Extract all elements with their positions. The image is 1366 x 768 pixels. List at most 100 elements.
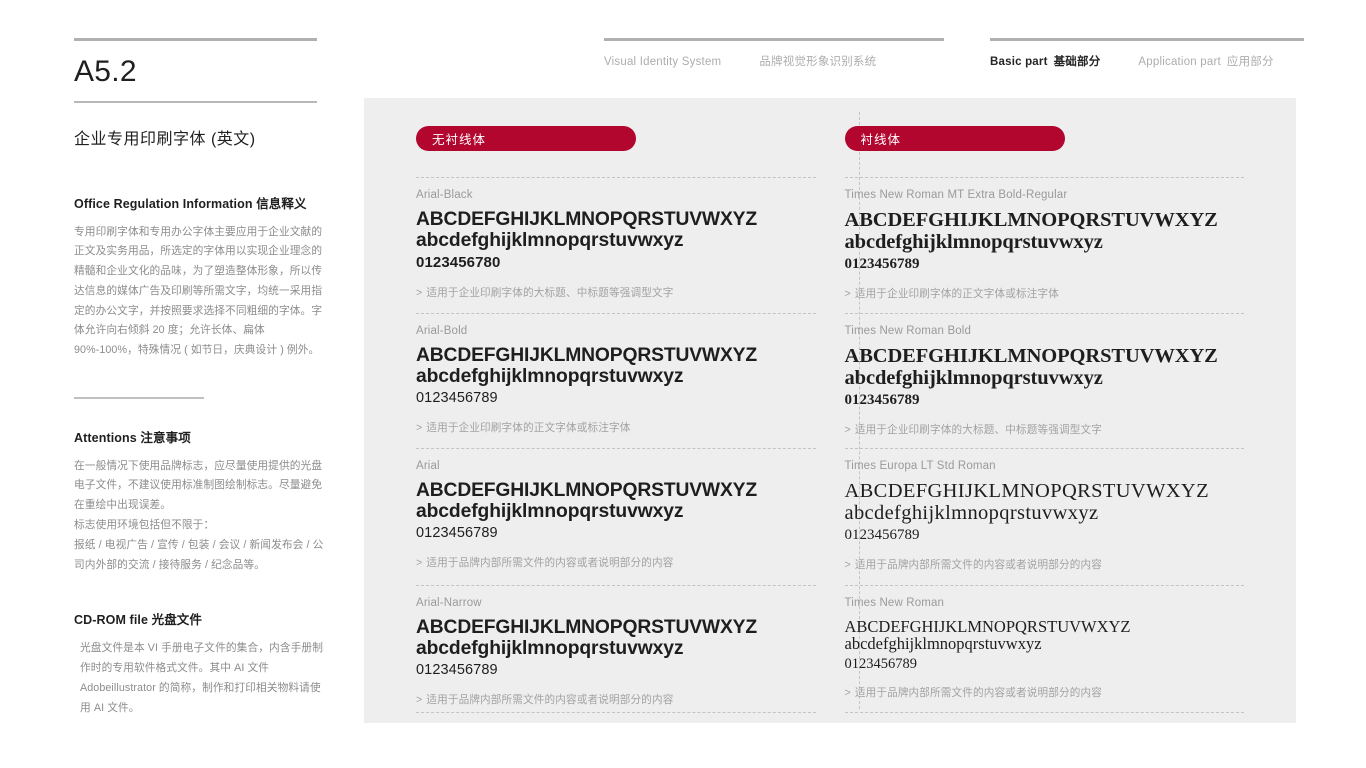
font-sample-lines: ABCDEFGHIJKLMNOPQRSTUVWXYZ abcdefghijklm…	[416, 209, 816, 275]
font-usage-note: > 适用于品牌内部所需文件的内容或者说明部分的内容	[416, 555, 816, 570]
nav-visual-identity-system-cn: 品牌视觉形象识别系统	[759, 56, 877, 68]
section-body-office-regulation: 专用印刷字体和专用办公字体主要应用于企业文献的正文及实务用品，所选定的字体用以实…	[74, 223, 324, 362]
nav-basic-part-cn[interactable]: 基础部分	[1054, 53, 1101, 69]
nav-visual-identity-system-en: Visual Identity System	[604, 56, 722, 68]
font-sample-lowercase: abcdefghijklmnopqrstuvwxyz	[844, 634, 1042, 654]
sidebar-section-office-regulation: Office Regulation Information 信息释义 专用印刷字…	[74, 193, 322, 362]
sidebar-rule-top	[74, 38, 317, 41]
section-paragraph: 报纸 / 电视广告 / 宣传 / 包装 / 会议 / 新闻发布会 / 公司内外部…	[74, 538, 324, 571]
font-usage-note: > 适用于品牌内部所需文件的内容或者说明部分的内容	[416, 692, 816, 707]
header-rule-right	[990, 38, 1304, 41]
caret-icon: >	[416, 421, 423, 434]
section-heading-office-regulation: Office Regulation Information 信息释义	[74, 193, 322, 212]
section-heading-cn: 注意事项	[140, 430, 191, 445]
page-title: 企业专用印刷字体 (英文)	[74, 130, 256, 148]
font-sample-uppercase: ABCDEFGHIJKLMNOPQRSTUVWXYZ	[416, 617, 758, 638]
header-rule-left	[604, 38, 944, 41]
nav-application-part-cn[interactable]: 应用部分	[1227, 53, 1274, 69]
font-sample-numerals: 0123456789	[844, 392, 920, 409]
caret-icon: >	[844, 687, 851, 700]
caret-icon: >	[844, 559, 851, 572]
section-heading-en: CD-ROM file	[74, 613, 149, 628]
font-specimen-times-new-roman-bold: Times New Roman Bold ABCDEFGHIJKLMNOPQRS…	[844, 313, 1245, 448]
section-heading-attentions: Attentions 注意事项	[74, 427, 322, 446]
font-usage-note: > 适用于企业印刷字体的正文字体或标注字体	[416, 420, 816, 435]
font-sample-lowercase: abcdefghijklmnopqrstuvwxyz	[416, 365, 684, 387]
font-sample-lowercase: abcdefghijklmnopqrstuvwxyz	[416, 500, 684, 522]
sidebar-section-divider	[74, 397, 204, 399]
section-heading-cn: 信息释义	[256, 196, 307, 211]
font-specimen-times-europa-lt-std-roman: Times Europa LT Std Roman ABCDEFGHIJKLMN…	[844, 448, 1245, 585]
font-sample-uppercase: ABCDEFGHIJKLMNOPQRSTUVWXYZ	[844, 345, 1218, 367]
section-heading-en: Office Regulation Information	[74, 196, 253, 211]
font-sample-lines: ABCDEFGHIJKLMNOPQRSTUVWXYZ abcdefghijklm…	[845, 618, 1245, 675]
font-name: Times New Roman Bold	[844, 325, 972, 337]
font-sample-lines: ABCDEFGHIJKLMNOPQRSTUVWXYZ abcdefghijklm…	[416, 480, 816, 545]
font-usage-note: > 适用于企业印刷字体的正文字体或标注字体	[845, 286, 1245, 301]
font-sample-lines: ABCDEFGHIJKLMNOPQRSTUVWXYZ abcdefghijklm…	[844, 345, 1245, 412]
caret-icon: >	[416, 693, 423, 706]
nav-application-part-en[interactable]: Application part	[1138, 56, 1220, 68]
font-sample-uppercase: ABCDEFGHIJKLMNOPQRSTUVWXYZ	[844, 617, 1131, 636]
font-usage-note-text: 适用于企业印刷字体的正文字体或标注字体	[426, 421, 631, 434]
sidebar-section-attentions: Attentions 注意事项 在一般情况下使用品牌标志，应尽量使用提供的光盘电…	[74, 397, 324, 576]
font-specimen-arial-black: Arial-Black ABCDEFGHIJKLMNOPQRSTUVWXYZ a…	[416, 177, 816, 313]
section-body-cdrom: 光盘文件是本 VI 手册电子文件的集合，内含手册制作时的专用软件格式文件。其中 …	[74, 639, 324, 718]
font-sample-lines: ABCDEFGHIJKLMNOPQRSTUVWXYZ abcdefghijklm…	[416, 617, 816, 682]
font-usage-note-text: 适用于企业印刷字体的正文字体或标注字体	[854, 288, 1059, 301]
sidebar: A5.2 企业专用印刷字体 (英文) Office Regulation Inf…	[74, 38, 324, 719]
font-specimen-arial: Arial ABCDEFGHIJKLMNOPQRSTUVWXYZ abcdefg…	[416, 448, 816, 585]
font-sample-uppercase: ABCDEFGHIJKLMNOPQRSTUVWXYZ	[416, 345, 758, 366]
category-badge-sans-serif: 无衬线体	[416, 126, 636, 151]
section-heading-cn: 光盘文件	[151, 613, 202, 628]
font-name: Arial-Black	[416, 189, 473, 201]
font-sample-lowercase: abcdefghijklmnopqrstuvwxyz	[416, 637, 684, 659]
section-heading-en: Attentions	[74, 430, 137, 445]
font-name: Arial	[416, 460, 440, 472]
font-sample-numerals: 0123456789	[844, 527, 920, 544]
font-usage-note-text: 适用于企业印刷字体的大标题、中标题等强调型文字	[426, 286, 674, 299]
header-nav-group-system: Visual Identity System 品牌视觉形象识别系统	[604, 38, 944, 69]
font-sample-numerals: 0123456789	[844, 256, 920, 273]
section-paragraph: 标志使用环境包括但不限于：	[74, 518, 215, 531]
section-paragraph: 专用印刷字体和专用办公字体主要应用于企业文献的正文及实务用品，所选定的字体用以实…	[74, 225, 323, 357]
font-usage-note-text: 适用于品牌内部所需文件的内容或者说明部分的内容	[854, 559, 1102, 572]
font-usage-note-text: 适用于品牌内部所需文件的内容或者说明部分的内容	[854, 687, 1102, 700]
font-specimen-times-new-roman: Times New Roman ABCDEFGHIJKLMNOPQRSTUVWX…	[844, 585, 1245, 713]
font-sample-numerals: 0123456789	[416, 525, 498, 542]
font-sample-numerals: 0123456789	[416, 390, 498, 407]
font-sample-numerals: 0123456780	[416, 254, 501, 272]
font-sample-lines: ABCDEFGHIJKLMNOPQRSTUVWXYZ abcdefghijklm…	[844, 209, 1245, 276]
font-sample-lowercase: abcdefghijklmnopqrstuvwxyz	[844, 366, 1103, 389]
typography-panel: 无衬线体 Arial-Black ABCDEFGHIJKLMNOPQRSTUVW…	[364, 98, 1296, 723]
font-specimen-arial-narrow: Arial-Narrow ABCDEFGHIJKLMNOPQRSTUVWXYZ …	[416, 585, 816, 713]
section-heading-cdrom: CD-ROM file 光盘文件	[74, 609, 322, 628]
sidebar-rule-bottom	[74, 101, 317, 103]
font-sample-lowercase: abcdefghijklmnopqrstuvwxyz	[844, 230, 1103, 253]
font-sample-lines: ABCDEFGHIJKLMNOPQRSTUVWXYZ abcdefghijklm…	[416, 345, 816, 410]
caret-icon: >	[416, 556, 423, 569]
nav-basic-part-en[interactable]: Basic part	[990, 56, 1048, 68]
font-name: Times New Roman MT Extra Bold-Regular	[844, 189, 1068, 201]
section-body-attentions: 在一般情况下使用品牌标志，应尽量使用提供的光盘电子文件，不建议使用标准制图绘制标…	[74, 457, 324, 576]
font-usage-note: > 适用于品牌内部所需文件的内容或者说明部分的内容	[845, 557, 1245, 572]
font-name: Arial-Bold	[416, 325, 468, 337]
sidebar-section-cdrom: CD-ROM file 光盘文件 光盘文件是本 VI 手册电子文件的集合，内含手…	[74, 609, 324, 718]
category-badge-serif: 衬线体	[844, 126, 1065, 151]
caret-icon: >	[844, 424, 851, 437]
header-nav-items-right: Basic part 基础部分 Application part 应用部分	[990, 53, 1304, 69]
column-sans-serif: 无衬线体 Arial-Black ABCDEFGHIJKLMNOPQRSTUVW…	[416, 98, 816, 723]
column-serif: 衬线体 Times New Roman MT Extra Bold-Regula…	[844, 98, 1245, 723]
font-name: Arial-Narrow	[416, 597, 482, 609]
font-name: Times New Roman	[844, 597, 945, 609]
font-usage-note-text: 适用于品牌内部所需文件的内容或者说明部分的内容	[426, 693, 674, 706]
font-sample-numerals: 0123456789	[416, 662, 498, 679]
font-usage-note: > 适用于品牌内部所需文件的内容或者说明部分的内容	[845, 685, 1245, 700]
section-paragraph: 在一般情况下使用品牌标志，应尽量使用提供的光盘电子文件，不建议使用标准制图绘制标…	[74, 459, 323, 512]
font-sample-uppercase: ABCDEFGHIJKLMNOPQRSTUVWXYZ	[844, 209, 1218, 231]
font-sample-uppercase: ABCDEFGHIJKLMNOPQRSTUVWXYZ	[416, 209, 758, 230]
header-nav-group-parts: Basic part 基础部分 Application part 应用部分	[990, 38, 1304, 69]
caret-icon: >	[844, 288, 851, 301]
header-navigation: Visual Identity System 品牌视觉形象识别系统 Basic …	[604, 38, 1304, 78]
font-sample-lowercase: abcdefghijklmnopqrstuvwxyz	[844, 501, 1099, 524]
